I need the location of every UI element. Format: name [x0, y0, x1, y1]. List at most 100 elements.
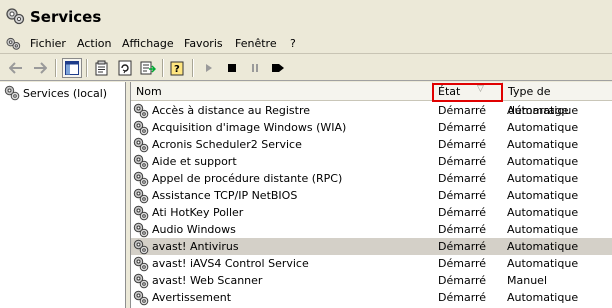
service-row[interactable]: Acronis Scheduler2 Service Démarré Autom… — [131, 136, 612, 153]
service-row[interactable]: Avertissement Démarré Automatique — [131, 289, 612, 306]
service-name: avast! iAVS4 Control Service — [152, 257, 309, 270]
refresh-icon — [118, 60, 132, 76]
menu-action[interactable]: Action — [77, 37, 111, 50]
service-startup-type: Automatique — [507, 121, 579, 134]
service-name: Avertissement — [152, 291, 232, 304]
service-row[interactable]: Aide et support Démarré Automatique — [131, 153, 612, 170]
service-name: avast! Antivirus — [152, 240, 239, 253]
service-state: Démarré — [438, 172, 487, 185]
service-name-cell: Audio Windows — [131, 221, 433, 238]
service-startup-type: Automatique — [507, 172, 579, 185]
stop-service-button[interactable] — [222, 58, 242, 78]
service-state: Démarré — [438, 257, 487, 270]
menu-affichage[interactable]: Affichage — [122, 37, 174, 50]
service-startup-type: Automatique — [507, 206, 579, 219]
service-row[interactable]: Assistance TCP/IP NetBIOS Démarré Automa… — [131, 187, 612, 204]
service-startup-type: Automatique — [507, 240, 579, 253]
services-gear-icon[interactable] — [6, 37, 21, 51]
service-startup-type: Automatique — [507, 223, 579, 236]
show-hide-tree-button[interactable] — [62, 58, 82, 78]
service-gear-icon — [133, 188, 149, 203]
service-row[interactable]: Acquisition d'image Windows (WIA) Démarr… — [131, 119, 612, 136]
service-gear-icon — [133, 222, 149, 237]
service-state: Démarré — [438, 206, 487, 219]
service-name-cell: avast! Antivirus — [131, 238, 433, 255]
service-startup-type: Automatique — [507, 155, 579, 168]
column-header-row: Nom État ▽ Type de démarrage — [131, 82, 612, 117]
properties-button[interactable] — [92, 58, 112, 78]
service-startup-type: Automatique — [507, 138, 579, 151]
show-hide-tree-icon — [65, 61, 79, 75]
highlight-box — [432, 83, 503, 102]
toolbar: ? — [0, 55, 612, 81]
service-startup-type: Automatique — [507, 189, 579, 202]
forward-button[interactable] — [30, 58, 50, 78]
service-name: Aide et support — [152, 155, 237, 168]
service-row[interactable]: Ati HotKey Poller Démarré Automatique — [131, 204, 612, 221]
service-name: Audio Windows — [152, 223, 236, 236]
service-name: Ati HotKey Poller — [152, 206, 244, 219]
menu-fichier[interactable]: Fichier — [30, 37, 66, 50]
service-state: Démarré — [438, 138, 487, 151]
menu-favoris[interactable]: Favoris — [184, 37, 223, 50]
service-row[interactable]: avast! Antivirus Démarré Automatique — [131, 238, 612, 255]
service-state: Démarré — [438, 104, 487, 117]
service-name: avast! Web Scanner — [152, 274, 263, 287]
service-state: Démarré — [438, 274, 487, 287]
service-name-cell: avast! Web Scanner — [131, 272, 433, 289]
service-gear-icon — [133, 120, 149, 135]
tree-item-label: Services (local) — [23, 86, 108, 100]
menu-help[interactable]: ? — [290, 37, 296, 50]
service-name-cell: Acronis Scheduler2 Service — [131, 136, 433, 153]
restart-service-icon — [272, 64, 284, 72]
service-row[interactable]: Audio Windows Démarré Automatique — [131, 221, 612, 238]
service-gear-icon — [133, 171, 149, 186]
service-state: Démarré — [438, 121, 487, 134]
svg-text:?: ? — [174, 64, 180, 75]
service-name-cell: avast! iAVS4 Control Service — [131, 255, 433, 272]
service-name-cell: Acquisition d'image Windows (WIA) — [131, 119, 433, 136]
pause-service-button[interactable] — [245, 58, 265, 78]
toolbar-separator — [86, 59, 88, 77]
export-list-button[interactable] — [138, 58, 158, 78]
service-name-cell: Accès à distance au Registre — [131, 102, 433, 119]
service-name-cell: Appel de procédure distante (RPC) — [131, 170, 433, 187]
service-name-cell: Assistance TCP/IP NetBIOS — [131, 187, 433, 204]
window-title: Services — [30, 8, 102, 26]
service-name: Acquisition d'image Windows (WIA) — [152, 121, 347, 134]
export-list-icon — [140, 61, 156, 75]
service-gear-icon — [133, 205, 149, 220]
service-name: Accès à distance au Registre — [152, 104, 311, 117]
service-row[interactable]: avast! iAVS4 Control Service Démarré Aut… — [131, 255, 612, 272]
properties-icon — [95, 60, 108, 76]
tree-item-services-local[interactable]: Services (local) — [4, 85, 107, 101]
back-button[interactable] — [6, 58, 26, 78]
help-button[interactable]: ? — [168, 58, 188, 78]
menu-fenetre[interactable]: Fenêtre — [235, 37, 277, 50]
service-gear-icon — [133, 290, 149, 305]
service-gear-icon — [133, 273, 149, 288]
title-bar: Services — [0, 0, 612, 34]
service-name: Appel de procédure distante (RPC) — [152, 172, 343, 185]
service-startup-type: Automatique — [507, 257, 579, 270]
service-row[interactable]: Accès à distance au Registre Démarré Aut… — [131, 102, 612, 119]
service-row[interactable]: Appel de procédure distante (RPC) Démarr… — [131, 170, 612, 187]
service-name-cell: Aide et support — [131, 153, 433, 170]
refresh-button[interactable] — [115, 58, 135, 78]
column-header-name[interactable]: Nom — [131, 82, 433, 101]
back-arrow-icon — [9, 62, 22, 74]
service-gear-icon — [133, 137, 149, 152]
column-header-startup-type[interactable]: Type de démarrage — [503, 82, 612, 117]
start-service-icon — [206, 64, 212, 72]
start-service-button[interactable] — [199, 58, 219, 78]
service-startup-type: Manuel — [507, 274, 547, 287]
service-gear-icon — [133, 154, 149, 169]
restart-service-button[interactable] — [268, 58, 288, 78]
service-row[interactable]: avast! Web Scanner Démarré Manuel — [131, 272, 612, 289]
service-state: Démarré — [438, 291, 487, 304]
service-gear-icon — [133, 239, 149, 254]
service-name: Assistance TCP/IP NetBIOS — [152, 189, 298, 202]
forward-arrow-icon — [34, 62, 47, 74]
toolbar-separator — [192, 59, 194, 77]
pause-service-icon — [252, 64, 258, 72]
